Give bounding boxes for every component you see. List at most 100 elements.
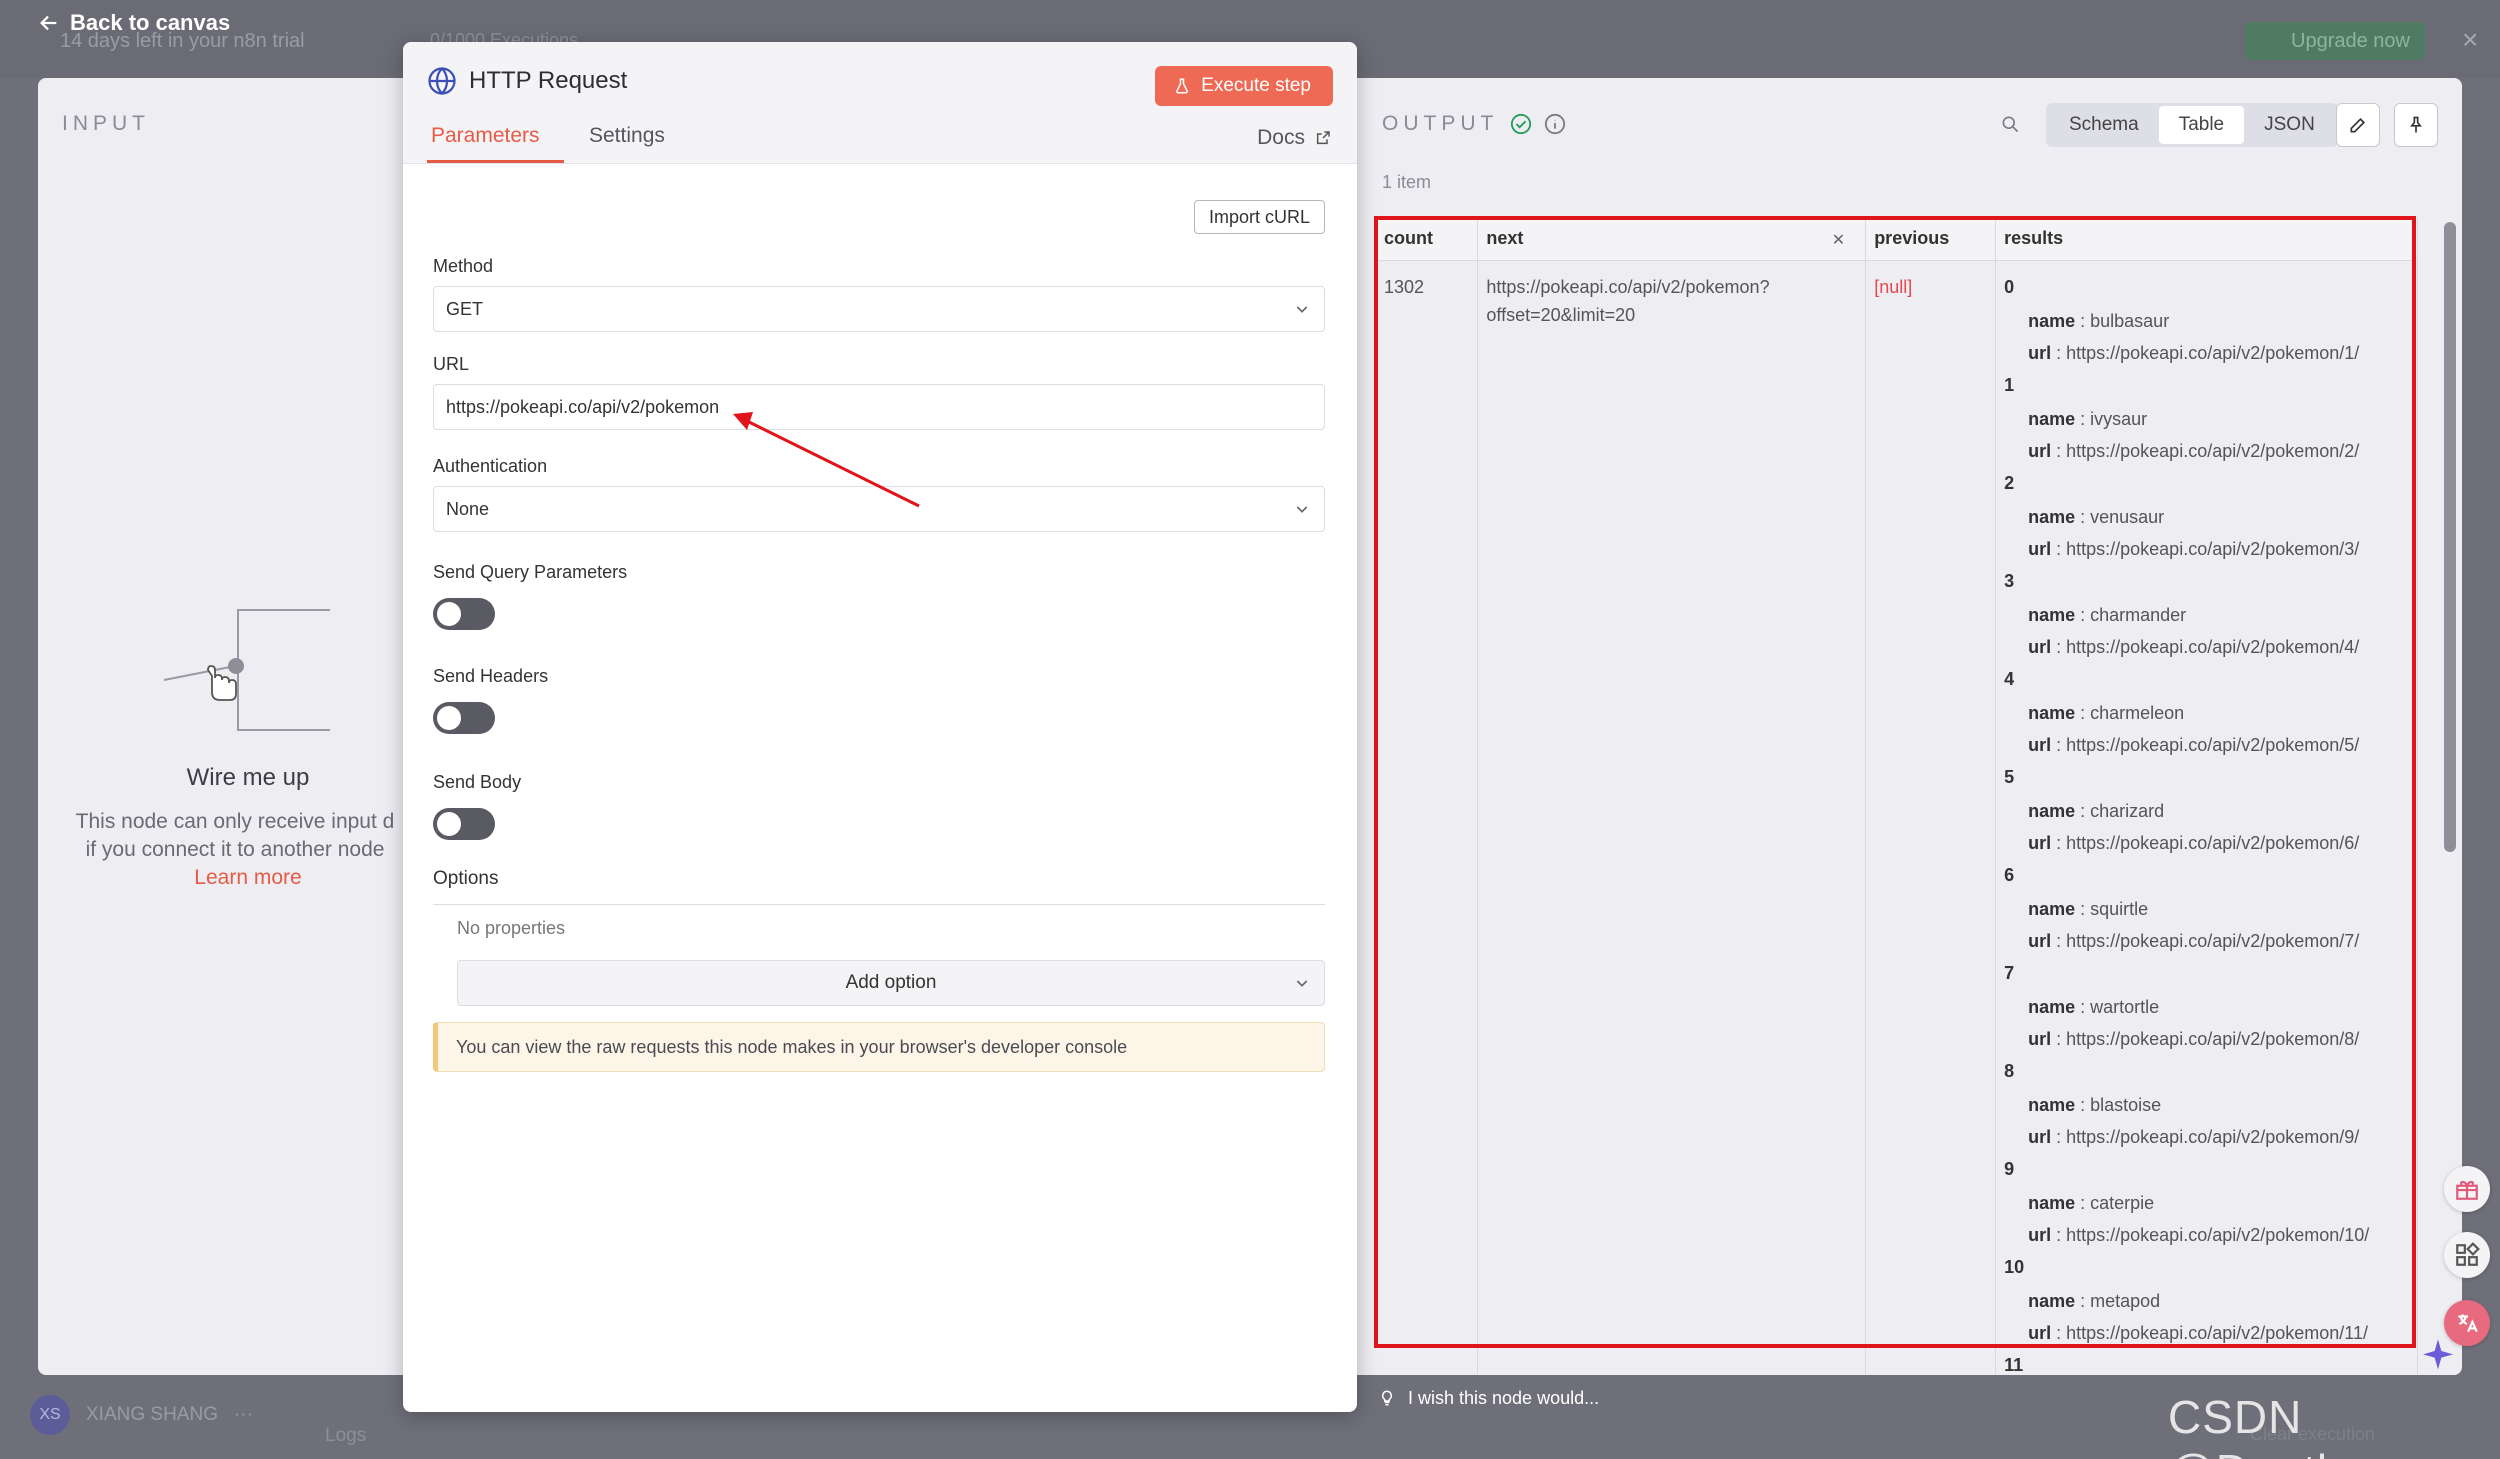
result-separator: : [2075, 310, 2091, 331]
result-url-value: https://pokeapi.co/api/v2/pokemon/5/ [2066, 734, 2360, 755]
result-url-key: url [2028, 538, 2052, 559]
pencil-icon [2350, 117, 2366, 133]
apps-button[interactable] [2444, 1232, 2490, 1278]
output-table: count next ✕ previous results 1302 https:… [1376, 218, 2418, 1374]
http-request-node-panel: HTTP Request Execute step Parameters Set… [403, 42, 1357, 1412]
result-url-row: url : https://pokeapi.co/api/v2/pokemon/… [2004, 437, 2409, 469]
result-url-value: https://pokeapi.co/api/v2/pokemon/3/ [2066, 538, 2360, 559]
result-url-row: url : https://pokeapi.co/api/v2/pokemon/… [2004, 829, 2409, 861]
result-name-key: name [2028, 898, 2076, 919]
send-body-label: Send Body [433, 772, 522, 792]
result-separator: : [2051, 636, 2067, 657]
ai-sparkle-icon[interactable] [2418, 1336, 2458, 1376]
result-separator: : [2051, 538, 2067, 559]
result-name-row: name : ivysaur [2004, 405, 2409, 437]
send-headers-toggle[interactable] [433, 702, 495, 734]
result-separator: : [2075, 506, 2091, 527]
result-name-value: blastoise [2090, 1094, 2162, 1115]
cell-previous: [null] [1865, 260, 1997, 1374]
result-separator: : [2075, 1094, 2091, 1115]
result-separator: : [2075, 800, 2091, 821]
translate-icon [2458, 1314, 2478, 1333]
result-name-value: metapod [2090, 1290, 2161, 1311]
output-scrollbar[interactable] [2444, 222, 2456, 852]
result-separator: : [2075, 1290, 2091, 1311]
result-url-key: url [2028, 1126, 2052, 1147]
output-table-container[interactable]: count next ✕ previous results 1302 https:… [1376, 218, 2418, 1374]
view-json-button[interactable]: JSON [2244, 106, 2335, 144]
edit-output-button[interactable] [2336, 103, 2380, 147]
result-index: 5 [2004, 766, 2015, 787]
back-to-canvas-link[interactable]: Back to canvas [38, 10, 230, 36]
column-header-previous[interactable]: previous [1865, 218, 1997, 261]
developer-console-notice: You can view the raw requests this node … [433, 1022, 1325, 1072]
wire-desc-line1: This node can only receive input d [75, 810, 395, 833]
result-separator: : [2075, 702, 2091, 723]
result-name-value: wartortle [2090, 996, 2160, 1017]
result-url-value: https://pokeapi.co/api/v2/pokemon/11/ [2066, 1322, 2368, 1343]
result-separator: : [2075, 408, 2091, 429]
result-name-key: name [2028, 800, 2076, 821]
column-header-next[interactable]: next ✕ [1477, 218, 1867, 261]
result-name-key: name [2028, 1290, 2076, 1311]
success-check-icon [1511, 113, 1532, 135]
search-icon[interactable] [2000, 114, 2020, 134]
info-icon[interactable] [1544, 113, 1566, 135]
result-separator: : [2051, 832, 2067, 853]
lightbulb-icon [1381, 1390, 1393, 1406]
result-index: 10 [2004, 1256, 2025, 1277]
back-to-canvas-label: Back to canvas [70, 10, 231, 35]
result-name-row: name : caterpie [2004, 1189, 2409, 1221]
column-header-count[interactable]: count [1376, 218, 1479, 261]
result-separator: : [2051, 440, 2067, 461]
result-name-row: name : charmander [2004, 601, 2409, 633]
learn-more-link[interactable]: Learn more [38, 866, 458, 890]
close-icon[interactable]: × [2462, 24, 2478, 56]
column-header-next-label: next [1486, 228, 1524, 249]
pin-icon [2410, 116, 2422, 133]
cell-next: https://pokeapi.co/api/v2/pokemon? offse… [1477, 260, 1867, 1374]
logs-label[interactable]: Logs [325, 1425, 366, 1447]
result-index: 4 [2004, 668, 2015, 689]
output-item-count: 1 item [1382, 172, 1432, 192]
result-separator: : [2075, 898, 2091, 919]
view-table-button[interactable]: Table [2158, 106, 2245, 144]
add-option-label: Add option [845, 972, 937, 993]
cell-results: 0 name : bulbasaur url : https://pokeapi.c… [1995, 260, 2418, 1375]
more-options-icon[interactable]: ··· [234, 1404, 253, 1426]
pin-output-button[interactable] [2394, 103, 2438, 147]
result-url-row: url : https://pokeapi.co/api/v2/pokemon/… [2004, 339, 2409, 371]
collapse-column-icon[interactable]: ✕ [1832, 230, 1845, 250]
arrow-left-icon [40, 15, 57, 31]
result-name-row: name : charizard [2004, 797, 2409, 829]
result-url-key: url [2028, 1028, 2052, 1049]
result-separator: : [2051, 1126, 2067, 1147]
result-url-value: https://pokeapi.co/api/v2/pokemon/2/ [2066, 440, 2360, 461]
result-url-value: https://pokeapi.co/api/v2/pokemon/10/ [2066, 1224, 2370, 1245]
result-name-value: charmander [2090, 604, 2187, 625]
result-url-row: url : https://pokeapi.co/api/v2/pokemon/… [2004, 633, 2409, 665]
table-header-row: count next ✕ previous results [1376, 218, 2418, 261]
gift-button[interactable] [2444, 1166, 2490, 1212]
watermark-text: CSDN @Dontla [2168, 1391, 2354, 1459]
send-body-toggle[interactable] [433, 808, 495, 840]
result-separator: : [2051, 1224, 2067, 1245]
result-url-row: url : https://pokeapi.co/api/v2/pokemon/… [2004, 1221, 2409, 1253]
result-url-value: https://pokeapi.co/api/v2/pokemon/6/ [2066, 832, 2360, 853]
user-menu[interactable]: XS XIANG SHANG ··· [30, 1395, 253, 1435]
result-name-key: name [2028, 408, 2076, 429]
result-url-key: url [2028, 440, 2052, 461]
result-url-row: url : https://pokeapi.co/api/v2/pokemon/… [2004, 535, 2409, 567]
annotation-arrow-icon [733, 412, 920, 508]
result-name-value: caterpie [2090, 1192, 2155, 1213]
result-separator: : [2075, 1192, 2091, 1213]
view-schema-button[interactable]: Schema [2049, 106, 2159, 144]
feedback-bar[interactable]: I wish this node would... [1360, 1380, 2060, 1416]
feedback-text: I wish this node would... [1408, 1387, 1600, 1408]
column-header-results[interactable]: results [1995, 218, 2418, 261]
cell-count: 1302 [1376, 260, 1479, 1374]
add-option-dropdown[interactable]: Add option [457, 960, 1325, 1006]
result-index: 2 [2004, 472, 2015, 493]
result-index: 11 [2004, 1354, 2024, 1375]
upgrade-button[interactable]: Upgrade now [2245, 22, 2425, 60]
